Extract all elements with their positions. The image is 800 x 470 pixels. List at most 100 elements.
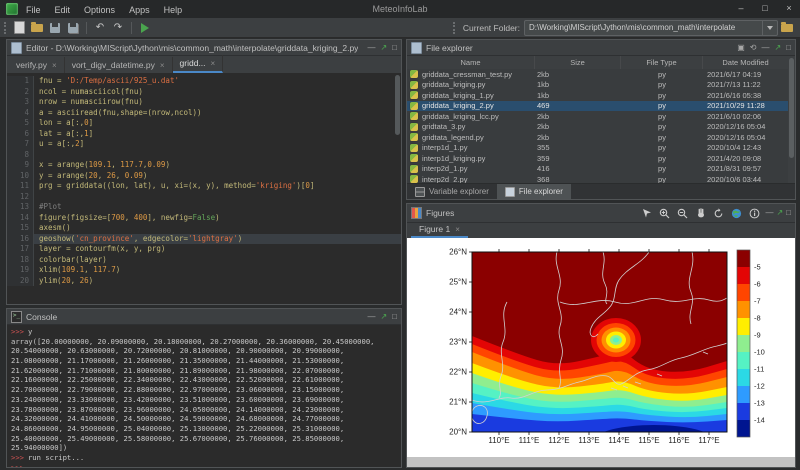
zoom-out-icon[interactable] [675, 206, 690, 220]
minimize-panel-icon[interactable]: — [765, 208, 773, 218]
current-folder-combobox[interactable]: D:\Working\MIScript\Jython\mis\common_ma… [524, 20, 778, 36]
table-row[interactable]: gridtata_3.py2kbpy2020/12/16 05:04 [407, 122, 788, 133]
minimize-panel-icon[interactable]: — [367, 312, 375, 322]
redo-button[interactable]: ↷ [110, 20, 126, 35]
python-file-icon [410, 91, 418, 99]
close-tab-icon[interactable]: × [160, 61, 165, 70]
column-header-name[interactable]: Name [407, 56, 535, 69]
svg-text:-8: -8 [754, 314, 761, 323]
table-row[interactable]: gridtata_legend.py2kbpy2020/12/16 05:04 [407, 132, 788, 143]
new-folder-icon[interactable]: ▣ [737, 43, 745, 53]
save-button[interactable] [47, 20, 63, 35]
file-explorer-panel: File explorer ▣ ⟲ — ↗ □ NameSizeFile Typ… [406, 39, 796, 200]
console-prompt: >>> [11, 463, 24, 467]
menu-help[interactable]: Help [164, 5, 183, 15]
file-type-cell: py [621, 164, 703, 173]
menu-apps[interactable]: Apps [129, 5, 150, 15]
figures-panel: Figures — ↗ □ [406, 203, 796, 468]
file-table-scrollbar[interactable] [788, 56, 795, 184]
table-row[interactable]: griddata_kriging_2.py469py2021/10/29 11:… [407, 101, 788, 112]
table-row[interactable]: interp1d_kriging.py359py2021/4/20 09:08 [407, 153, 788, 164]
code-segment: lon = a[:, [39, 118, 84, 127]
menu-options[interactable]: Options [84, 5, 115, 15]
float-panel-icon[interactable]: ↗ [380, 312, 387, 322]
column-header-size[interactable]: Size [535, 56, 621, 69]
contour-map-figure[interactable]: 110°E111°E112°E113°E114°E115°E116°E117°E… [407, 238, 795, 457]
column-header-date-modified[interactable]: Date Modified [703, 56, 788, 69]
undo-button[interactable]: ↶ [92, 20, 108, 35]
editor-tab-vort_digv_datetime-py[interactable]: vort_digv_datetime.py× [65, 57, 173, 73]
table-row[interactable]: interp1d_1.py355py2020/10/4 12:43 [407, 143, 788, 154]
code-segment: , [111, 160, 120, 169]
console-text: y [28, 327, 32, 336]
code-segment: x = arange( [39, 160, 89, 169]
code-segment: ylim( [39, 276, 62, 285]
menu-edit[interactable]: Edit [55, 5, 71, 15]
code-line: 10y = arange(20, 26, 0.09) [7, 171, 401, 182]
maximize-panel-icon[interactable]: □ [786, 43, 791, 53]
svg-text:22°N: 22°N [449, 368, 467, 377]
maximize-panel-icon[interactable]: □ [786, 208, 791, 218]
file-size-cell: 469 [535, 101, 621, 110]
close-tab-icon[interactable]: × [211, 59, 216, 68]
maximize-panel-icon[interactable]: □ [392, 43, 397, 53]
pointer-icon[interactable] [639, 206, 654, 220]
code-text [34, 192, 39, 203]
code-segment: 'D:/Temp/ascii/925_u.dat' [66, 76, 179, 85]
code-editor[interactable]: 1fnu = 'D:/Temp/ascii/925_u.dat'2ncol = … [7, 73, 401, 304]
editor-tab-gridd-[interactable]: gridd...× [173, 55, 224, 73]
minimize-panel-icon[interactable]: — [761, 43, 769, 53]
bottom-tab-label: Variable explorer [429, 187, 489, 196]
float-panel-icon[interactable]: ↗ [776, 208, 783, 218]
line-number: 4 [7, 108, 34, 119]
code-segment: ) [89, 276, 94, 285]
minimize-icon[interactable]: – [730, 1, 752, 17]
save-all-button[interactable] [65, 20, 81, 35]
editor-tab-verify-py[interactable]: verify.py× [9, 57, 65, 73]
run-script-button[interactable] [137, 20, 153, 35]
file-size-cell: 355 [535, 143, 621, 152]
close-icon[interactable]: × [778, 1, 800, 17]
pan-hand-icon[interactable] [693, 206, 708, 220]
maximize-panel-icon[interactable]: □ [392, 312, 397, 322]
rotate-icon[interactable] [711, 206, 726, 220]
open-file-button[interactable] [29, 20, 45, 35]
tab-file-explorer[interactable]: File explorer [497, 184, 571, 199]
file-size-cell: 359 [535, 154, 621, 163]
editor-scrollbar[interactable] [395, 75, 400, 135]
maximize-icon[interactable]: □ [754, 1, 776, 17]
code-line: 17layer = contourfm(x, y, prg) [7, 244, 401, 255]
close-tab-icon[interactable]: × [52, 61, 57, 70]
console-panel-header: >_ Console — ↗ □ [7, 309, 401, 325]
minimize-panel-icon[interactable]: — [367, 43, 375, 53]
menu-file[interactable]: File [26, 5, 41, 15]
editor-tab-bar: verify.py×vort_digv_datetime.py×gridd...… [7, 56, 401, 74]
file-type-cell: py [621, 143, 703, 152]
identify-info-icon[interactable] [747, 206, 762, 220]
table-row[interactable]: interp2d_1.py416py2021/8/31 09:57 [407, 164, 788, 175]
file-size-cell: 416 [535, 164, 621, 173]
column-header-file-type[interactable]: File Type [621, 56, 703, 69]
table-row[interactable]: griddata_kriging_lcc.py2kbpy2021/6/10 02… [407, 111, 788, 122]
file-table-header[interactable]: NameSizeFile TypeDate Modified [407, 56, 788, 70]
table-row[interactable]: griddata_kriging.py1kbpy2021/7/13 11:22 [407, 80, 788, 91]
current-folder-path: D:\Working\MIScript\Jython\mis\common_ma… [525, 23, 762, 32]
menu-bar: File Edit Options Apps Help [26, 0, 196, 18]
table-row[interactable]: griddata_cressman_test.py2kbpy2021/6/17 … [407, 69, 788, 80]
float-panel-icon[interactable]: ↗ [774, 43, 781, 53]
tab-variable-explorer[interactable]: Variable explorer [407, 184, 497, 199]
line-number: 1 [7, 76, 34, 87]
refresh-icon[interactable]: ⟲ [750, 43, 757, 53]
zoom-in-icon[interactable] [657, 206, 672, 220]
file-size-cell: 1kb [535, 80, 621, 89]
console-panel: >_ Console — ↗ □ >>>yarray([20.00000000,… [6, 308, 402, 468]
new-file-button[interactable] [11, 20, 27, 35]
globe-icon[interactable] [729, 206, 744, 220]
console-output[interactable]: >>>yarray([20.00000000, 20.09000000, 20.… [7, 325, 401, 467]
table-row[interactable]: griddata_kriging_1.py1kbpy2021/6/16 05:3… [407, 90, 788, 101]
browse-folder-button[interactable] [779, 20, 795, 35]
tab-figure-1[interactable]: Figure 1 × [411, 222, 468, 238]
chevron-down-icon[interactable] [762, 21, 777, 35]
close-figure-icon[interactable]: × [455, 225, 460, 234]
float-panel-icon[interactable]: ↗ [380, 43, 387, 53]
